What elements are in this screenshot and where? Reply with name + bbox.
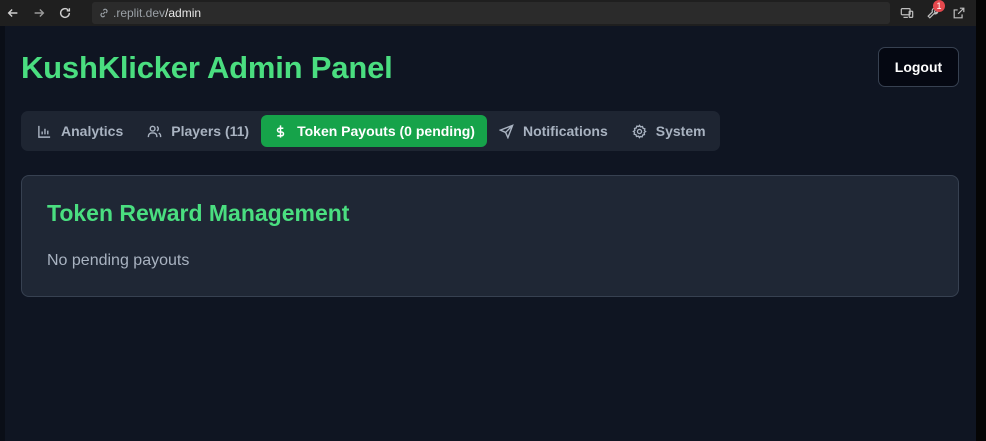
window-edge-right: [976, 0, 986, 441]
tab-label: System: [655, 123, 706, 139]
send-icon: [498, 123, 514, 139]
forward-arrow-icon[interactable]: [26, 0, 52, 26]
wrench-icon[interactable]: 1: [924, 0, 945, 22]
tab-analytics[interactable]: Analytics: [25, 115, 135, 147]
tab-label: Analytics: [61, 123, 124, 139]
dollar-icon: [276, 124, 285, 138]
card-title: Token Reward Management: [47, 200, 350, 226]
gear-icon: [632, 123, 647, 139]
tab-players[interactable]: Players (11): [135, 115, 261, 147]
url-host: .replit.dev: [113, 6, 166, 20]
url-path: /admin: [165, 6, 202, 20]
users-icon: [147, 125, 162, 137]
external-link-icon[interactable]: [950, 4, 968, 22]
tab-label: Players (11): [171, 123, 250, 139]
back-arrow-icon[interactable]: [0, 0, 26, 26]
devices-icon[interactable]: [898, 4, 916, 22]
logout-button[interactable]: Logout: [878, 47, 959, 87]
empty-state-text: No pending payouts: [47, 252, 190, 269]
tab-system[interactable]: System: [620, 115, 718, 147]
bar-chart-icon: [38, 125, 51, 138]
tab-label: Notifications: [522, 123, 608, 139]
window-edge: [0, 26, 5, 441]
tab-token-payouts[interactable]: Token Payouts (0 pending): [261, 115, 487, 147]
notification-badge: 1: [933, 0, 945, 12]
browser-toolbar: .replit.dev/admin 1: [0, 0, 976, 26]
tab-notifications[interactable]: Notifications: [487, 115, 620, 147]
token-reward-card: Token Reward Management No pending payou…: [21, 175, 959, 297]
address-bar[interactable]: .replit.dev/admin: [92, 2, 890, 24]
page-title: KushKlicker Admin Panel: [21, 50, 393, 85]
link-icon: [100, 8, 108, 18]
reload-icon[interactable]: [52, 0, 78, 26]
admin-tabs: Analytics Players (11) Token Payouts (0 …: [21, 111, 720, 151]
tab-label: Token Payouts (0 pending): [297, 123, 475, 139]
